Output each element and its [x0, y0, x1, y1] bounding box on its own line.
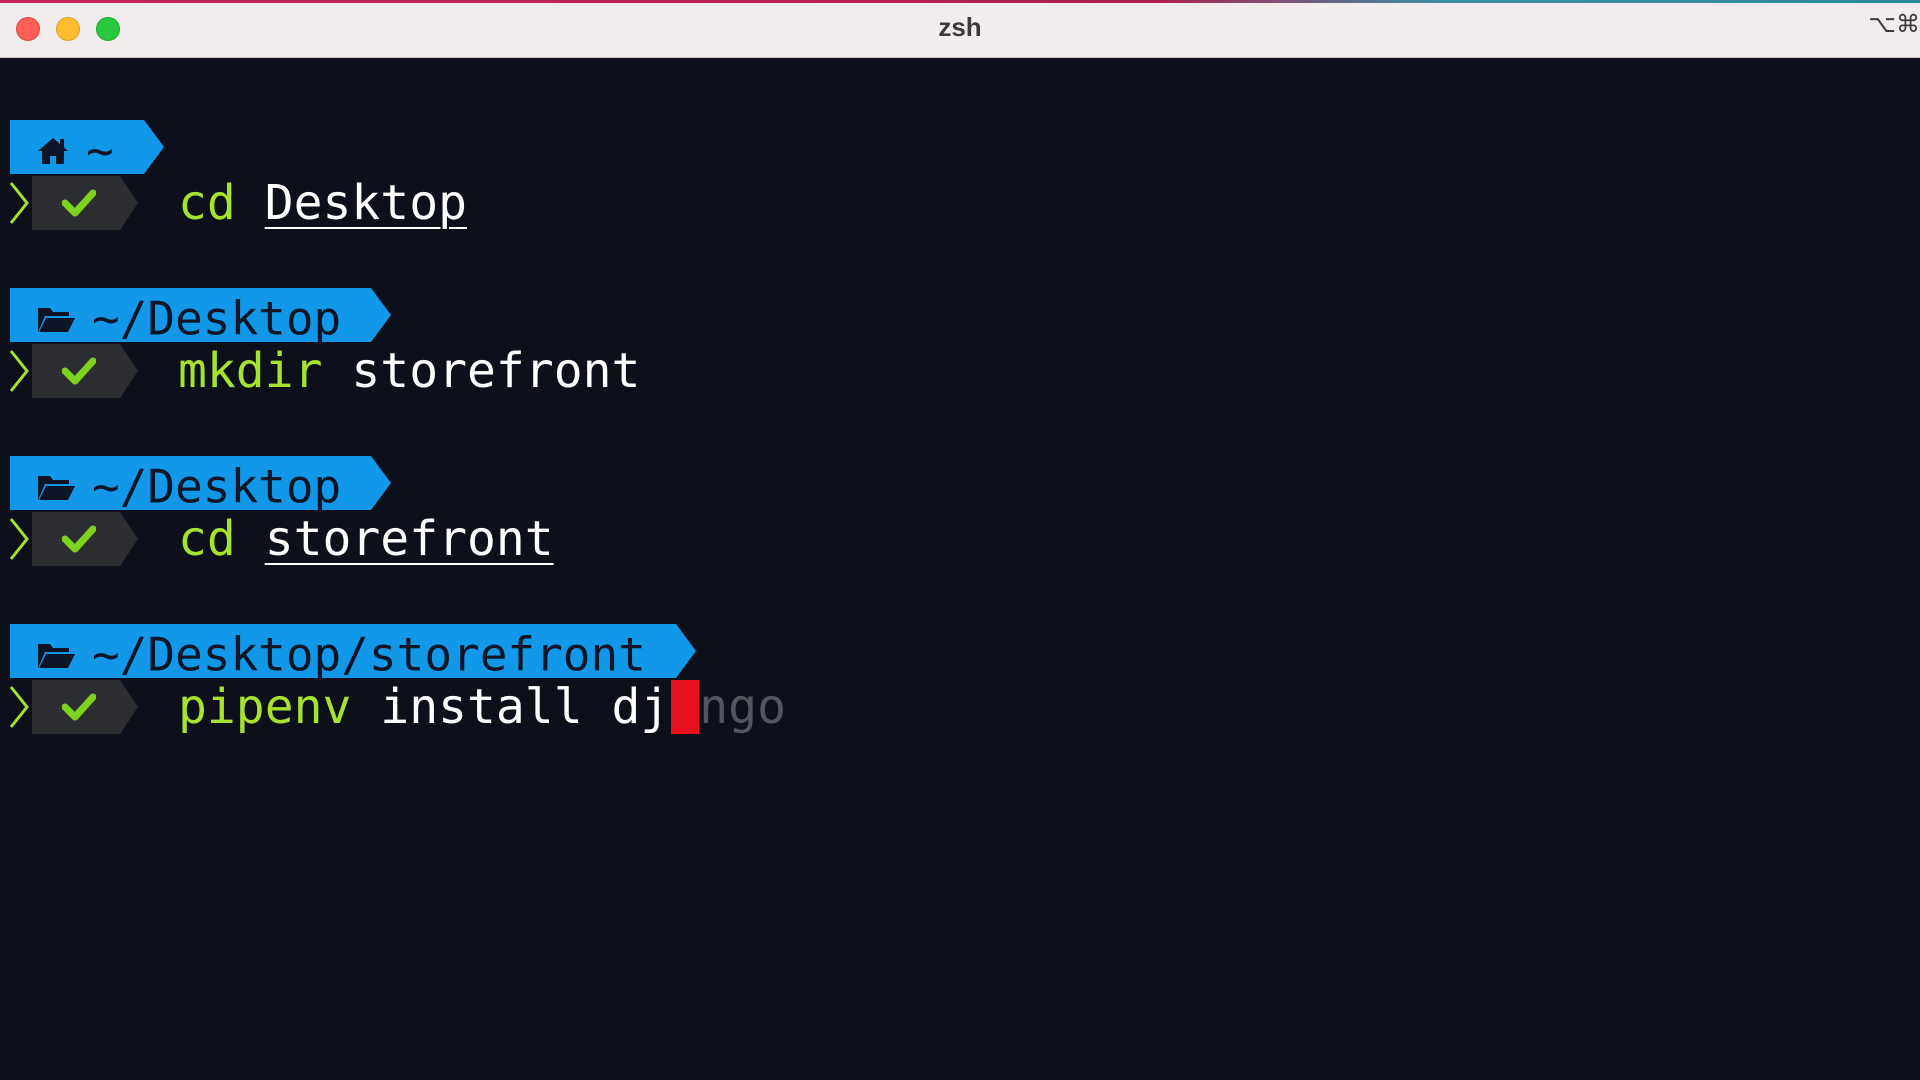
command-args: storefront: [264, 511, 554, 567]
command-line[interactable]: cd storefront: [178, 512, 554, 566]
folder-open-icon: [36, 472, 76, 502]
command-args: install dj: [380, 679, 670, 735]
prompt-path: ~/Desktop: [92, 459, 342, 514]
check-icon: [61, 189, 97, 221]
prompt-status-row: mkdir storefront: [0, 344, 1920, 398]
prompt-block: ~ cd Desktop: [0, 120, 1920, 248]
chevron-right-icon: [8, 516, 30, 566]
autosuggestion-text: ngo: [699, 679, 786, 735]
prompt-status-row: cd storefront: [0, 512, 1920, 566]
folder-open-icon: [36, 640, 76, 670]
prompt-status-segment: [32, 512, 138, 566]
prompt-path-segment: ~/Desktop: [10, 288, 392, 346]
check-icon: [61, 525, 97, 557]
prompt-status-segment: [32, 680, 138, 734]
command-line[interactable]: mkdir storefront: [178, 344, 640, 398]
terminal-output[interactable]: ~ cd Desktop ~/Desktop mkdir storefront …: [0, 59, 1920, 1080]
command-args: Desktop: [264, 175, 467, 231]
window-title: zsh: [938, 12, 982, 42]
prompt-path: ~: [86, 123, 114, 178]
chevron-right-icon: [8, 348, 30, 398]
text-cursor: [671, 680, 700, 734]
titlebar-accent-line: [0, 0, 1920, 3]
command-line[interactable]: cd Desktop: [178, 176, 467, 230]
prompt-status-row: pipenv install dj ngo: [0, 680, 1920, 734]
check-icon: [61, 693, 97, 725]
prompt-status-segment: [32, 344, 138, 398]
prompt-path-segment: ~: [10, 120, 164, 178]
prompt-status-row: cd Desktop: [0, 176, 1920, 230]
prompt-block-active: ~/Desktop/storefront pipenv install dj ng…: [0, 624, 1920, 752]
prompt-path: ~/Desktop: [92, 291, 342, 346]
command-args: storefront: [351, 343, 641, 399]
command-verb: cd: [178, 175, 236, 231]
command-verb: pipenv: [178, 679, 352, 735]
prompt-path-segment: ~/Desktop/storefront: [10, 624, 696, 682]
command-verb: cd: [178, 511, 236, 567]
keyboard-shortcut-hint: ⌥⌘: [1868, 10, 1920, 38]
prompt-path: ~/Desktop/storefront: [92, 627, 646, 682]
chevron-right-icon: [8, 180, 30, 230]
prompt-block: ~/Desktop mkdir storefront: [0, 288, 1920, 416]
command-input-line[interactable]: pipenv install dj ngo: [178, 680, 786, 734]
home-icon: [36, 136, 70, 166]
prompt-block: ~/Desktop cd storefront: [0, 456, 1920, 584]
prompt-status-segment: [32, 176, 138, 230]
check-icon: [61, 357, 97, 389]
prompt-path-segment: ~/Desktop: [10, 456, 392, 514]
chevron-right-icon: [8, 684, 30, 734]
command-verb: mkdir: [178, 343, 323, 399]
folder-open-icon: [36, 304, 76, 334]
window-titlebar[interactable]: zsh ⌥⌘: [0, 0, 1920, 58]
